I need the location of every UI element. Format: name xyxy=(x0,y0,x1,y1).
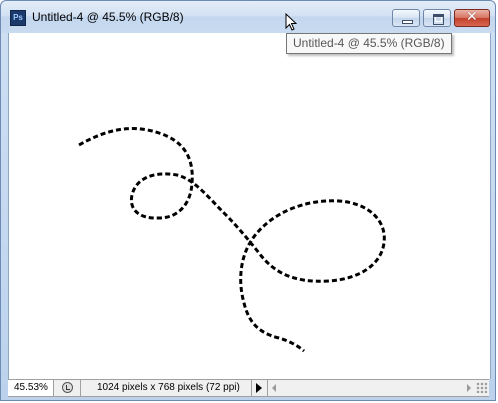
document-info: 1024 pixels x 768 pixels (72 ppi) xyxy=(80,380,252,396)
scroll-left-icon[interactable] xyxy=(272,384,276,392)
maximize-icon xyxy=(433,14,444,25)
resize-grip-icon[interactable] xyxy=(476,382,487,393)
close-icon: ✕ xyxy=(466,9,478,25)
status-menu-arrow-icon[interactable] xyxy=(256,383,262,393)
mouse-cursor-icon xyxy=(285,13,297,31)
window-title: Untitled-4 @ 45.5% (RGB/8) xyxy=(32,10,184,24)
title-tooltip: Untitled-4 @ 45.5% (RGB/8) xyxy=(286,33,452,54)
maximize-button[interactable] xyxy=(423,9,451,27)
title-bar[interactable]: Ps Untitled-4 @ 45.5% (RGB/8) ✕ xyxy=(1,1,495,33)
minimize-button[interactable] xyxy=(392,9,420,27)
scroll-right-icon[interactable] xyxy=(467,384,471,392)
document-window: Ps Untitled-4 @ 45.5% (RGB/8) ✕ 45.53% 1… xyxy=(0,0,496,401)
close-button[interactable]: ✕ xyxy=(454,9,490,27)
selection-path xyxy=(78,127,386,353)
minimize-icon xyxy=(402,20,413,24)
zoom-level-field[interactable]: 45.53% xyxy=(8,380,54,396)
status-bar: 45.53% 1024 pixels x 768 pixels (72 ppi) xyxy=(8,379,489,397)
horizontal-scrollbar[interactable] xyxy=(267,380,489,396)
document-canvas[interactable] xyxy=(8,33,491,379)
status-info-icon[interactable] xyxy=(62,382,73,393)
photoshop-app-icon[interactable]: Ps xyxy=(10,10,26,26)
